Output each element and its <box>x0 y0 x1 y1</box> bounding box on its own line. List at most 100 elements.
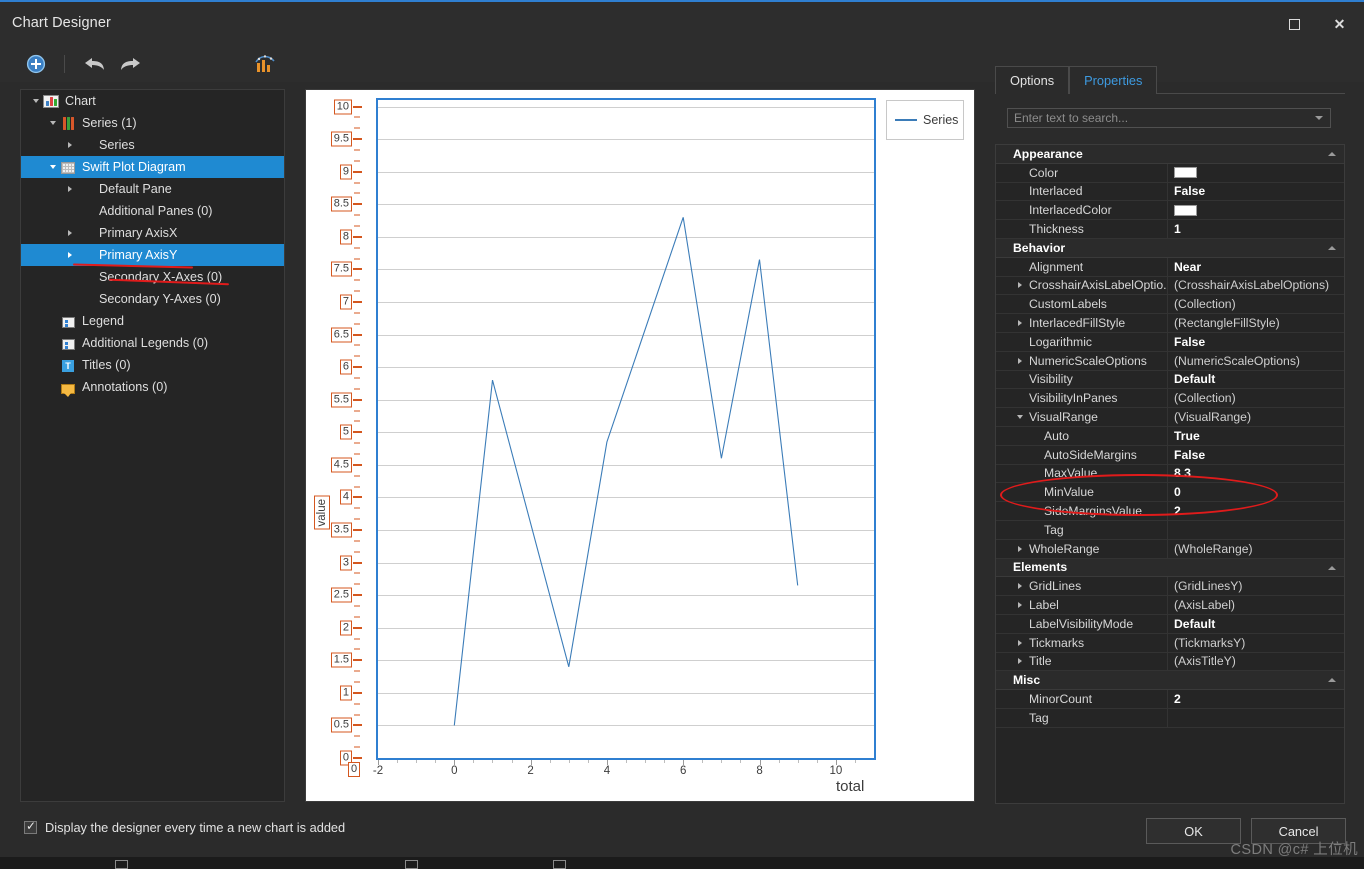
property-row-wholerange[interactable]: WholeRange(WholeRange) <box>996 540 1344 559</box>
tree-item-additional-panes-0[interactable]: Additional Panes (0) <box>21 200 284 222</box>
undo-button[interactable] <box>83 52 107 76</box>
property-value[interactable]: 1 <box>1168 220 1344 238</box>
property-expander-collapsed[interactable] <box>1013 282 1026 288</box>
property-value[interactable]: (RectangleFillStyle) <box>1168 314 1344 332</box>
property-value[interactable]: Default <box>1168 371 1344 389</box>
property-expander-collapsed[interactable] <box>1013 320 1026 326</box>
property-row-tickmarks[interactable]: Tickmarks(TickmarksY) <box>996 634 1344 653</box>
property-value[interactable]: (Collection) <box>1168 389 1344 407</box>
property-value[interactable]: Near <box>1168 258 1344 276</box>
taskbar-item[interactable] <box>115 860 128 869</box>
tree-item-additional-legends-0[interactable]: Additional Legends (0) <box>21 332 284 354</box>
property-value[interactable]: (NumericScaleOptions) <box>1168 352 1344 370</box>
add-button[interactable] <box>24 52 48 76</box>
property-value[interactable]: 2 <box>1168 690 1344 708</box>
chevron-down-icon[interactable] <box>1315 116 1323 120</box>
chevron-up-icon[interactable] <box>1328 152 1336 156</box>
tree-expander-collapsed[interactable] <box>63 186 77 192</box>
color-swatch[interactable] <box>1174 205 1197 216</box>
property-value[interactable]: False <box>1168 183 1344 201</box>
tree-item-annotations-0[interactable]: Annotations (0) <box>21 376 284 398</box>
property-row-label[interactable]: Label(AxisLabel) <box>996 596 1344 615</box>
tree-expander-collapsed[interactable] <box>63 142 77 148</box>
property-expander-expanded[interactable] <box>1013 415 1026 419</box>
property-row-logarithmic[interactable]: LogarithmicFalse <box>996 333 1344 352</box>
close-button[interactable]: ✕ <box>1317 8 1362 40</box>
tree-item-series-1[interactable]: Series (1) <box>21 112 284 134</box>
property-row-color[interactable]: Color <box>996 164 1344 183</box>
property-value[interactable] <box>1168 709 1344 727</box>
tree-item-secondary-x-axes-0[interactable]: Secondary X-Axes (0) <box>21 266 284 288</box>
property-row-labelvisibilitymode[interactable]: LabelVisibilityModeDefault <box>996 615 1344 634</box>
property-value[interactable]: False <box>1168 333 1344 351</box>
tree-item-primary-axisx[interactable]: Primary AxisX <box>21 222 284 244</box>
property-value[interactable] <box>1168 201 1344 219</box>
property-row-visibility[interactable]: VisibilityDefault <box>996 371 1344 390</box>
property-row-interlaced[interactable]: InterlacedFalse <box>996 183 1344 202</box>
property-category-misc[interactable]: Misc <box>996 671 1344 690</box>
tree-item-secondary-y-axes-0[interactable]: Secondary Y-Axes (0) <box>21 288 284 310</box>
property-category-behavior[interactable]: Behavior <box>996 239 1344 258</box>
property-row-numericscaleoptions[interactable]: NumericScaleOptions(NumericScaleOptions) <box>996 352 1344 371</box>
tree-item-series[interactable]: Series <box>21 134 284 156</box>
tree-item-chart[interactable]: Chart <box>21 90 284 112</box>
property-row-interlacedfillstyle[interactable]: InterlacedFillStyle(RectangleFillStyle) <box>996 314 1344 333</box>
tree-expander-expanded[interactable] <box>46 165 60 169</box>
property-value[interactable]: (GridLinesY) <box>1168 577 1344 595</box>
redo-button[interactable] <box>118 52 142 76</box>
tab-properties[interactable]: Properties <box>1069 66 1157 94</box>
property-expander-collapsed[interactable] <box>1013 602 1026 608</box>
property-row-title[interactable]: Title(AxisTitleY) <box>996 653 1344 672</box>
property-row-visualrange[interactable]: VisualRange(VisualRange) <box>996 408 1344 427</box>
property-category-appearance[interactable]: Appearance <box>996 145 1344 164</box>
property-expander-collapsed[interactable] <box>1013 640 1026 646</box>
property-search[interactable] <box>1007 108 1331 128</box>
chart-wizard-button[interactable] <box>253 52 277 76</box>
chart-element-tree[interactable]: ChartSeries (1)SeriesSwift Plot DiagramD… <box>20 89 285 802</box>
property-value[interactable]: False <box>1168 446 1344 464</box>
chevron-up-icon[interactable] <box>1328 566 1336 570</box>
chevron-up-icon[interactable] <box>1328 678 1336 682</box>
property-row-tag[interactable]: Tag <box>996 521 1344 540</box>
property-expander-collapsed[interactable] <box>1013 546 1026 552</box>
property-value[interactable]: (Collection) <box>1168 295 1344 313</box>
property-value[interactable] <box>1168 164 1344 182</box>
tree-item-primary-axisy[interactable]: Primary AxisY <box>21 244 284 266</box>
property-row-autosidemargins[interactable]: AutoSideMarginsFalse <box>996 446 1344 465</box>
property-row-interlacedcolor[interactable]: InterlacedColor <box>996 201 1344 220</box>
property-row-tag[interactable]: Tag <box>996 709 1344 728</box>
property-expander-collapsed[interactable] <box>1013 658 1026 664</box>
property-row-customlabels[interactable]: CustomLabels(Collection) <box>996 295 1344 314</box>
tree-expander-collapsed[interactable] <box>63 230 77 236</box>
property-value[interactable]: (VisualRange) <box>1168 408 1344 426</box>
property-row-gridlines[interactable]: GridLines(GridLinesY) <box>996 577 1344 596</box>
property-row-alignment[interactable]: AlignmentNear <box>996 258 1344 277</box>
chevron-up-icon[interactable] <box>1328 246 1336 250</box>
property-row-crosshairaxislabeloptio[interactable]: CrosshairAxisLabelOptio...(CrosshairAxis… <box>996 277 1344 296</box>
property-row-minorcount[interactable]: MinorCount2 <box>996 690 1344 709</box>
checkbox-checked-icon[interactable] <box>24 821 37 834</box>
maximize-button[interactable] <box>1272 8 1317 40</box>
property-value[interactable]: (CrosshairAxisLabelOptions) <box>1168 277 1344 295</box>
tree-item-swift-plot-diagram[interactable]: Swift Plot Diagram <box>21 156 284 178</box>
display-designer-checkbox[interactable]: Display the designer every time a new ch… <box>24 820 345 835</box>
ok-button[interactable]: OK <box>1146 818 1241 844</box>
chart-legend[interactable]: Series <box>886 100 964 140</box>
taskbar-item[interactable] <box>405 860 418 869</box>
property-category-elements[interactable]: Elements <box>996 559 1344 578</box>
property-row-auto[interactable]: AutoTrue <box>996 427 1344 446</box>
property-expander-collapsed[interactable] <box>1013 358 1026 364</box>
tree-expander-collapsed[interactable] <box>63 252 77 258</box>
property-value[interactable]: (TickmarksY) <box>1168 634 1344 652</box>
panel-tabs[interactable]: Options Properties <box>995 64 1157 94</box>
tree-item-legend[interactable]: Legend <box>21 310 284 332</box>
taskbar-item[interactable] <box>553 860 566 869</box>
property-value[interactable]: (WholeRange) <box>1168 540 1344 558</box>
property-value[interactable]: Default <box>1168 615 1344 633</box>
tree-expander-expanded[interactable] <box>46 121 60 125</box>
property-value[interactable]: (AxisTitleY) <box>1168 653 1344 671</box>
search-input[interactable] <box>1008 110 1315 126</box>
property-row-thickness[interactable]: Thickness1 <box>996 220 1344 239</box>
tree-item-default-pane[interactable]: Default Pane <box>21 178 284 200</box>
tab-options[interactable]: Options <box>995 66 1069 94</box>
